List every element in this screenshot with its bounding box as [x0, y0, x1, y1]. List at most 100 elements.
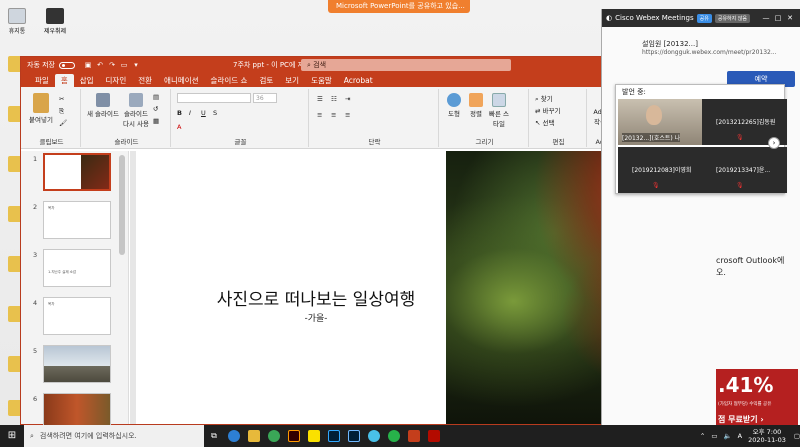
copy-icon[interactable]: ⎘ — [59, 107, 64, 116]
tab-help[interactable]: 도움말 — [305, 74, 338, 87]
new-slide-button[interactable]: 새 슬라이드 — [85, 93, 121, 118]
edge-icon[interactable] — [224, 425, 244, 447]
share-pill[interactable]: 공유 — [696, 13, 712, 23]
meeting-name: 설임원 [20132...] — [642, 40, 698, 48]
tab-view[interactable]: 보기 — [279, 74, 305, 87]
participant-tile[interactable]: [20132...](호스트) 나 — [618, 99, 703, 145]
format-painter-icon[interactable]: 🖌 — [59, 119, 67, 127]
align-center-icon[interactable]: ≡ — [331, 111, 336, 119]
windows-start-icon[interactable]: ⊞ — [0, 425, 24, 447]
select-button[interactable]: ↖ 선택 — [535, 117, 554, 127]
ppt-search-box[interactable]: ⌕ 검색 — [301, 59, 511, 71]
tab-design[interactable]: 디자인 — [100, 74, 133, 87]
thumbnails-scrollbar[interactable] — [119, 155, 125, 255]
indent-icon[interactable]: ⇥ — [345, 95, 350, 103]
italic-button[interactable]: I — [189, 109, 191, 117]
close-icon[interactable]: ✕ — [784, 9, 796, 27]
ad-download-link[interactable]: 점 무료받기 › — [718, 414, 764, 425]
chevron-right-icon[interactable]: › — [768, 137, 780, 149]
bullets-icon[interactable]: ☰ — [317, 95, 323, 103]
numbering-icon[interactable]: ☷ — [331, 95, 337, 103]
chevron-down-icon[interactable]: ▾ — [131, 61, 141, 69]
stop-share-pill[interactable]: 공유하지 않음 — [714, 13, 751, 23]
reset-icon[interactable]: ↺ — [153, 105, 158, 113]
app-icon[interactable] — [384, 425, 404, 447]
slide-thumbnail-3[interactable]: 1.지난주 실제 소감 — [43, 249, 111, 287]
webex-title: Cisco Webex Meetings — [615, 14, 694, 22]
save-icon[interactable]: ▣ — [83, 61, 93, 69]
slide-title[interactable]: 사진으로 떠나보는 일상여행 — [186, 285, 446, 310]
autosave-toggle[interactable] — [59, 61, 75, 69]
tab-home[interactable]: 홈 — [54, 74, 74, 87]
redo-icon[interactable]: ↷ — [107, 61, 117, 69]
chevron-up-icon[interactable]: ⌃ — [700, 432, 705, 440]
group-clipboard: 붙여넣기 ✂ ⎘ 🖌 클립보드 — [23, 89, 81, 147]
layout-icon[interactable]: ▤ — [153, 93, 159, 101]
shadow-button[interactable]: S — [213, 109, 217, 117]
undo-icon[interactable]: ↶ — [95, 61, 105, 69]
font-color-button[interactable]: A — [177, 123, 181, 131]
sharing-banner[interactable]: Microsoft PowerPoint를 공유하고 있습... — [328, 0, 470, 13]
desktop-icon-folder[interactable]: 제우취제 — [38, 8, 72, 35]
reuse-slide-icon — [129, 93, 143, 107]
photoshop-icon[interactable] — [324, 425, 344, 447]
slide-thumbnail-1[interactable] — [43, 153, 111, 191]
search-icon: ⌕ — [30, 431, 34, 440]
webex-icon[interactable] — [364, 425, 384, 447]
slide-thumbnail-2[interactable]: 목차 — [43, 201, 111, 239]
maximize-icon[interactable]: □ — [772, 9, 784, 27]
taskbar-search[interactable]: ⌕ 검색하려면 여기에 입력하십시오. — [24, 425, 204, 447]
align-left-icon[interactable]: ≡ — [317, 111, 322, 119]
slide-number: 6 — [33, 395, 38, 403]
bold-button[interactable]: B — [177, 109, 182, 117]
font-name-select[interactable] — [177, 93, 251, 103]
acrobat-icon[interactable] — [424, 425, 444, 447]
input-language[interactable]: A — [738, 432, 742, 440]
meeting-url[interactable]: https://dongguk.webex.com/meet/pr20132..… — [642, 49, 777, 56]
reuse-slide-button[interactable]: 슬라이드 다시 사용 — [121, 93, 151, 128]
tab-transitions[interactable]: 전환 — [132, 74, 158, 87]
task-view-icon[interactable]: ⧉ — [204, 425, 224, 447]
webex-title-bar: ◐ Cisco Webex Meetings 공유 공유하지 않음 — □ ✕ — [602, 9, 800, 27]
shapes-button[interactable]: 도형 — [443, 93, 465, 118]
tab-file[interactable]: 파일 — [29, 74, 55, 87]
slide-thumbnail-4[interactable]: 목차 — [43, 297, 111, 335]
arrange-button[interactable]: 정렬 — [465, 93, 487, 118]
slide-thumbnail-5[interactable] — [43, 345, 111, 383]
group-paragraph: ☰ ☷ ⇥ ≡ ≡ ≡ 단락 — [311, 89, 439, 147]
section-icon[interactable]: ▦ — [153, 117, 159, 125]
tab-animations[interactable]: 애니메이션 — [158, 74, 205, 87]
group-label: 클립보드 — [39, 138, 64, 146]
align-right-icon[interactable]: ≡ — [345, 111, 350, 119]
network-icon[interactable]: ▭ — [711, 432, 717, 440]
quick-styles-button[interactable]: 빠른 스타일 — [487, 93, 511, 128]
font-size-select[interactable]: 36 — [253, 93, 277, 103]
replace-button[interactable]: ⇄ 바꾸기 — [535, 105, 560, 115]
find-label: 찾기 — [540, 95, 553, 103]
minimize-icon[interactable]: — — [760, 9, 772, 27]
participant-tile[interactable]: [2019212083]이영희 🎙 — [618, 147, 703, 193]
participant-tile[interactable]: [2019213347]윤... 🎙 — [702, 147, 787, 193]
file-explorer-icon[interactable] — [244, 425, 264, 447]
find-button[interactable]: ⌕ 찾기 — [535, 93, 553, 104]
volume-icon[interactable]: 🔈 — [724, 432, 732, 440]
tab-acrobat[interactable]: Acrobat — [338, 74, 379, 87]
slide-subtitle[interactable]: -가을- — [186, 311, 446, 324]
cut-icon[interactable]: ✂ — [59, 95, 64, 103]
ad-banner[interactable]: .41% (가입자 협부당) 수익률 공유 점 무료받기 › — [716, 369, 798, 429]
chrome-icon[interactable] — [264, 425, 284, 447]
present-icon[interactable]: ▭ — [119, 61, 129, 69]
desktop-icon-recycle-bin[interactable]: 휴지통 — [4, 8, 30, 35]
kakaotalk-icon[interactable] — [304, 425, 324, 447]
powerpoint-icon[interactable] — [404, 425, 424, 447]
clock[interactable]: 오후 7:00 2020-11-03 — [748, 428, 786, 444]
illustrator-icon[interactable] — [284, 425, 304, 447]
tab-review[interactable]: 검토 — [253, 74, 279, 87]
lightroom-icon[interactable] — [344, 425, 364, 447]
tab-insert[interactable]: 삽입 — [74, 74, 100, 87]
notification-icon[interactable]: ▢ — [794, 432, 800, 440]
tab-slideshow[interactable]: 슬라이드 쇼 — [205, 74, 254, 87]
underline-button[interactable]: U — [201, 109, 206, 117]
paste-button[interactable]: 붙여넣기 — [29, 93, 53, 124]
participant-name: [2013212265]김동원 — [716, 119, 776, 126]
